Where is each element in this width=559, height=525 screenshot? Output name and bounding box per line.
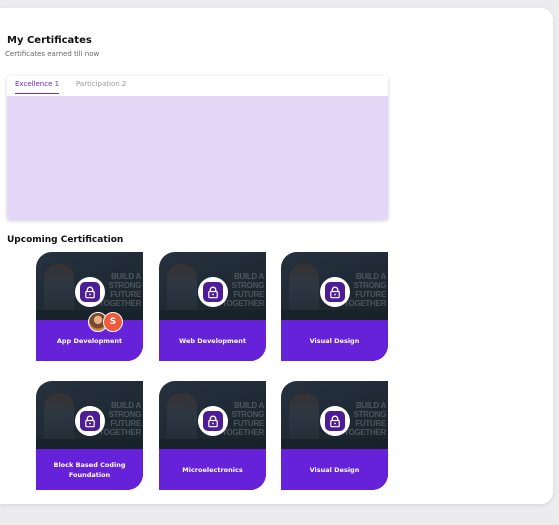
tab-participation[interactable]: Participation 2 <box>76 80 126 93</box>
page-title: My Certificates <box>7 35 92 46</box>
course-label: Visual Design <box>309 336 360 345</box>
certificate-tabs: Excellence 1 Participation 2 <box>7 76 388 96</box>
tab-excellence[interactable]: Excellence 1 <box>15 80 60 94</box>
course-card-visual-design[interactable]: BUILD A STRONG FUTURE TOGETHER Visual De… <box>281 252 388 361</box>
course-label: Microelectronics <box>182 465 243 474</box>
lock-icon <box>325 411 345 431</box>
certificates-card: Excellence 1 Participation 2 <box>7 76 388 220</box>
course-label-band: Web Development <box>159 320 266 361</box>
lock-badge <box>198 406 228 436</box>
course-card-microelectronics[interactable]: BUILD A STRONG FUTURE TOGETHER Microelec… <box>159 381 266 490</box>
course-card-app-development[interactable]: BUILD A STRONG FUTURE TOGETHER App Devel… <box>36 252 143 361</box>
lock-badge <box>320 277 350 307</box>
upcoming-section-title: Upcoming Certification <box>7 235 124 245</box>
course-card-block-based-coding[interactable]: BUILD A STRONG FUTURE TOGETHER Block Bas… <box>36 381 143 490</box>
lock-icon <box>80 411 100 431</box>
certificates-panel: My Certificates Certificates earned till… <box>0 8 553 504</box>
lock-badge <box>75 277 105 307</box>
course-label-band: Block Based Coding Foundation <box>36 449 143 490</box>
course-label-band: Visual Design <box>281 449 388 490</box>
course-label: App Development <box>56 336 123 345</box>
course-label: Visual Design <box>309 465 360 474</box>
page-subtitle: Certificates earned till now <box>5 50 100 58</box>
lock-icon <box>80 282 100 302</box>
course-label: Block Based Coding Foundation <box>53 460 126 479</box>
course-card-web-development[interactable]: BUILD A STRONG FUTURE TOGETHER Web Devel… <box>159 252 266 361</box>
lock-badge <box>198 277 228 307</box>
course-label: Web Development <box>179 336 246 345</box>
course-label-band: Microelectronics <box>159 449 266 490</box>
avatar-initial: S <box>103 312 123 332</box>
course-label-band: Visual Design <box>281 320 388 361</box>
certificates-content-area <box>7 96 388 220</box>
course-card-visual-design-2[interactable]: BUILD A STRONG FUTURE TOGETHER Visual De… <box>281 381 388 490</box>
lock-badge <box>320 406 350 436</box>
lock-badge <box>75 406 105 436</box>
lock-icon <box>203 282 223 302</box>
lock-icon <box>325 282 345 302</box>
lock-icon <box>203 411 223 431</box>
